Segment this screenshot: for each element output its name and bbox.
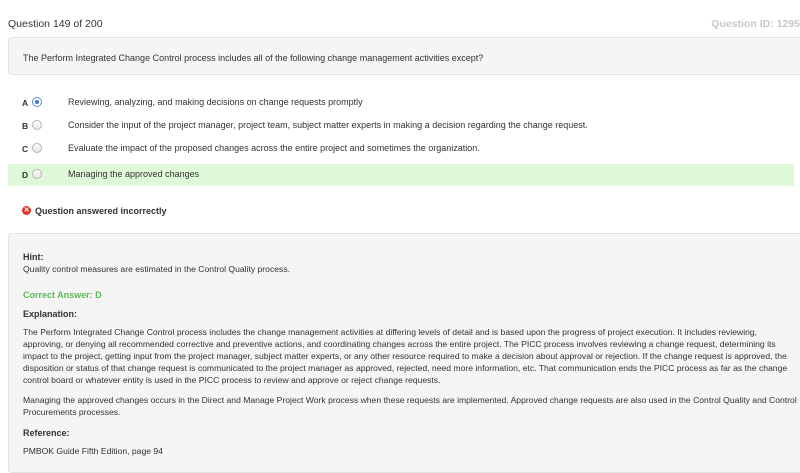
answer-status-text: Question answered incorrectly: [35, 206, 167, 216]
option-text: Consider the input of the project manage…: [68, 120, 588, 130]
question-id: Question ID: 1295: [711, 18, 800, 30]
error-x-icon: ✕: [22, 206, 31, 215]
option-b-radio[interactable]: [32, 120, 42, 130]
option-a[interactable]: A Reviewing, analyzing, and making decis…: [8, 92, 794, 114]
question-panel: The Perform Integrated Change Control pr…: [8, 37, 800, 75]
explanation-panel: Hint: Quality control measures are estim…: [8, 233, 800, 473]
option-letter: B: [22, 121, 29, 131]
option-letter: A: [22, 98, 29, 108]
option-letter: D: [22, 170, 29, 180]
option-a-radio[interactable]: [32, 97, 42, 107]
option-b[interactable]: B Consider the input of the project mana…: [8, 115, 794, 137]
option-c-radio[interactable]: [32, 143, 42, 153]
reference-text: PMBOK Guide Fifth Edition, page 94: [23, 446, 163, 456]
hint-text: Quality control measures are estimated i…: [23, 264, 291, 274]
option-d[interactable]: D Managing the approved changes: [8, 164, 794, 186]
hint-label: Hint:: [23, 252, 44, 262]
explanation-paragraph-2: Managing the approved changes occurs in …: [23, 395, 797, 417]
header: Question 149 of 200 Question ID: 1295: [0, 0, 800, 36]
option-text: Reviewing, analyzing, and making decisio…: [68, 97, 363, 107]
correct-answer: Correct Answer: D: [23, 290, 102, 300]
option-d-radio[interactable]: [32, 169, 42, 179]
explanation-label: Explanation:: [23, 309, 78, 319]
question-text: The Perform Integrated Change Control pr…: [23, 53, 484, 63]
option-text: Evaluate the impact of the proposed chan…: [68, 143, 480, 153]
option-text: Managing the approved changes: [68, 169, 200, 179]
option-letter: C: [22, 144, 29, 154]
question-counter: Question 149 of 200: [8, 18, 103, 30]
explanation-paragraph-1: The Perform Integrated Change Control pr…: [23, 327, 788, 385]
option-c[interactable]: C Evaluate the impact of the proposed ch…: [8, 138, 794, 160]
reference-label: Reference:: [23, 428, 70, 438]
